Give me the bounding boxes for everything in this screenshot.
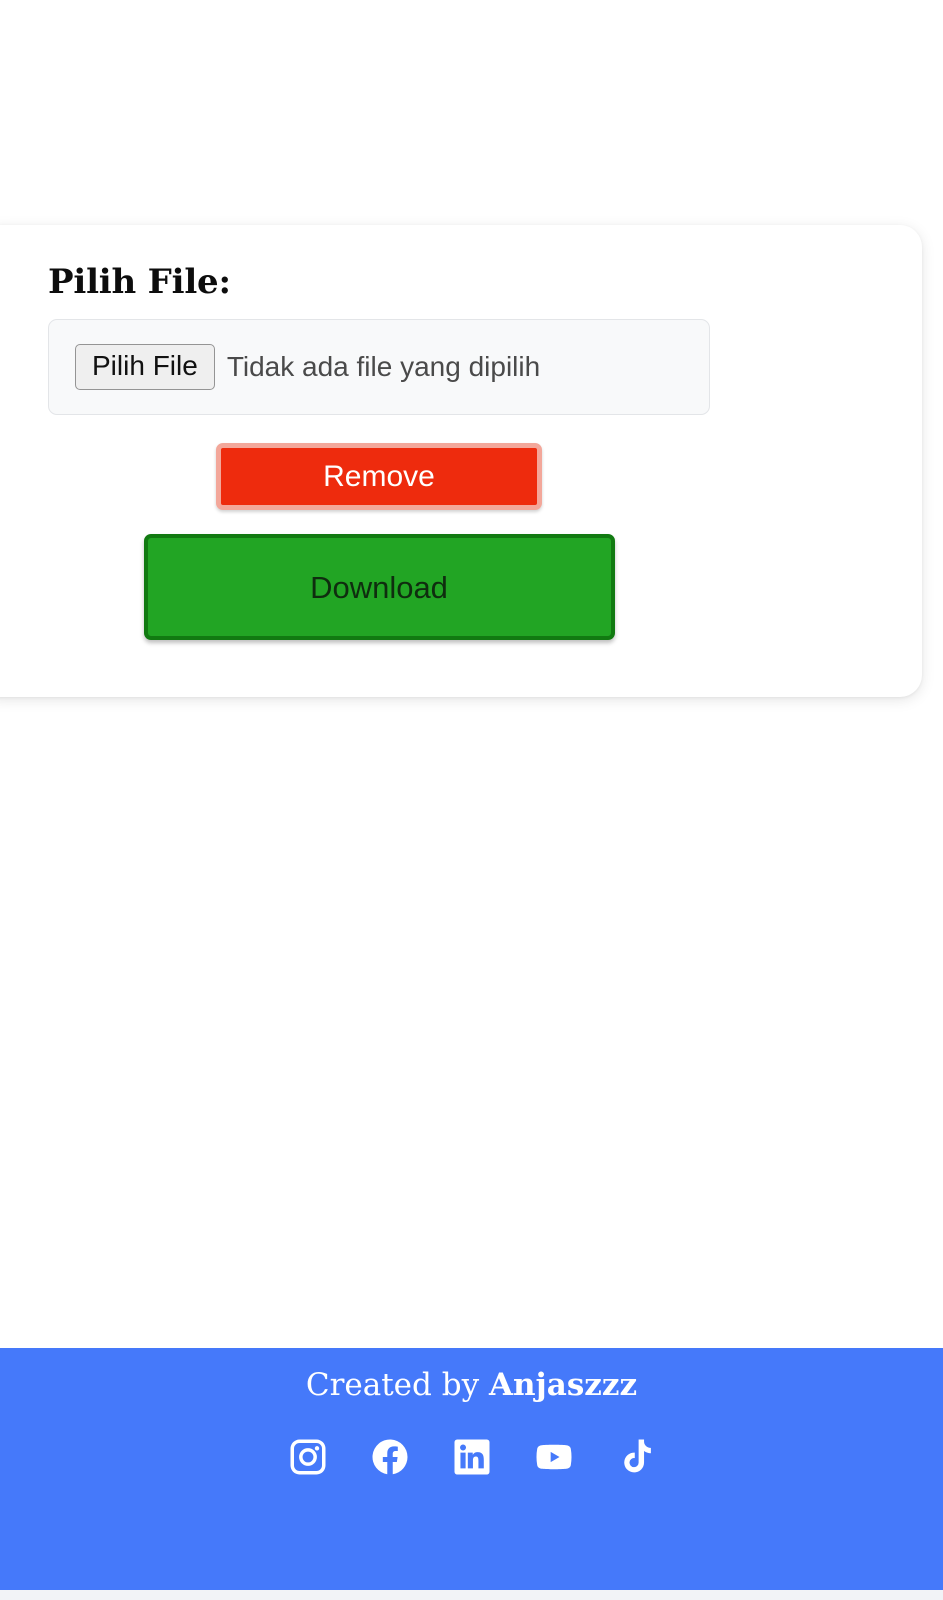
site-footer: Created by Anjaszzz xyxy=(0,1348,943,1590)
footer-credit: Created by Anjaszzz xyxy=(306,1370,637,1401)
choose-file-button[interactable]: Pilih File xyxy=(75,344,215,390)
tiktok-icon xyxy=(615,1436,657,1478)
footer-bottom-strip xyxy=(0,1590,943,1600)
footer-author-name: Anjaszzz xyxy=(488,1367,638,1403)
instagram-link[interactable] xyxy=(286,1435,330,1479)
file-tool-card: Pilih File: Pilih File Tidak ada file ya… xyxy=(0,225,922,697)
remove-button-row: Remove xyxy=(48,443,710,510)
file-status-text: Tidak ada file yang dipilih xyxy=(226,351,541,382)
page-title: Pilih File: xyxy=(48,262,231,302)
facebook-icon xyxy=(369,1436,411,1478)
linkedin-icon xyxy=(451,1436,493,1478)
download-button-row: Download xyxy=(48,534,710,640)
facebook-link[interactable] xyxy=(368,1435,412,1479)
youtube-link[interactable] xyxy=(532,1435,576,1479)
tiktok-link[interactable] xyxy=(614,1435,658,1479)
linkedin-link[interactable] xyxy=(450,1435,494,1479)
youtube-icon xyxy=(533,1436,575,1478)
social-links xyxy=(286,1435,658,1479)
file-input-field[interactable]: Pilih File Tidak ada file yang dipilih xyxy=(48,319,710,415)
card-content: Pilih File: Pilih File Tidak ada file ya… xyxy=(48,265,900,697)
app-root: Pilih File: Pilih File Tidak ada file ya… xyxy=(0,0,943,1600)
download-button[interactable]: Download xyxy=(143,534,615,640)
footer-credit-prefix: Created by xyxy=(305,1367,489,1403)
remove-button[interactable]: Remove xyxy=(216,443,542,510)
instagram-icon xyxy=(287,1436,329,1478)
